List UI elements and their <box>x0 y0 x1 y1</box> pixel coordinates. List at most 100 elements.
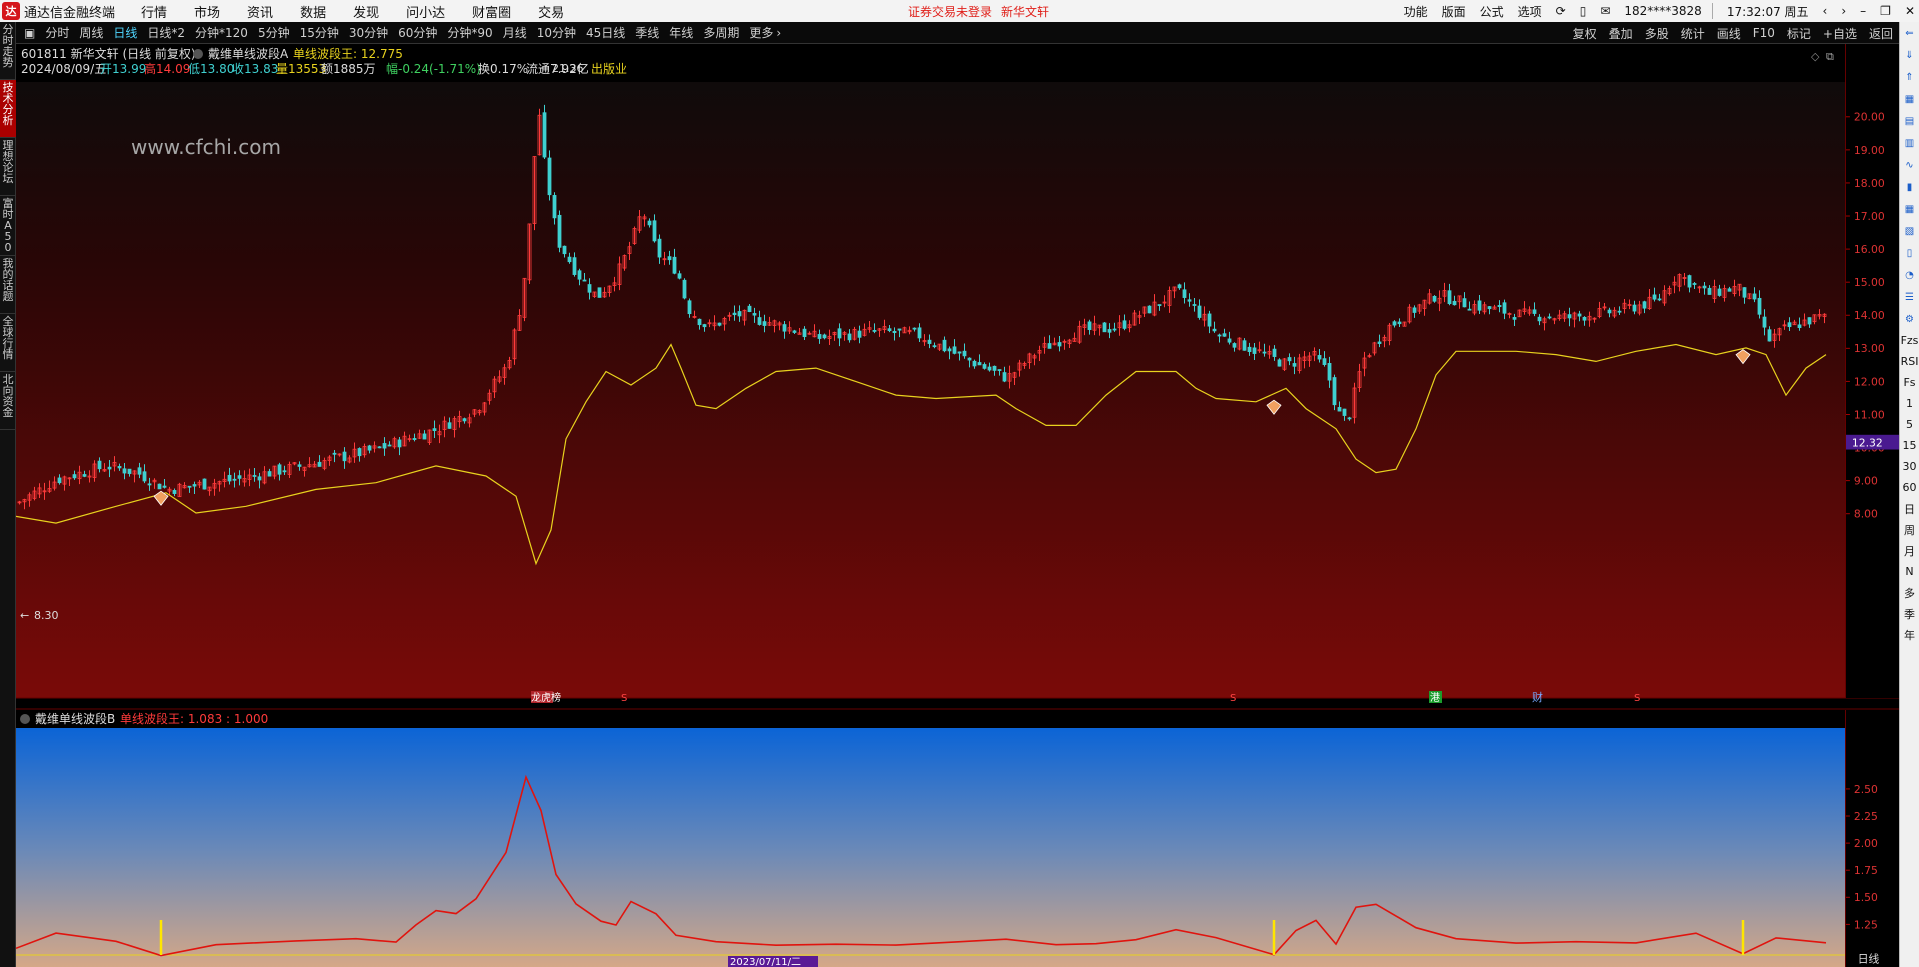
menu-item[interactable]: 数据 <box>300 2 326 21</box>
right-tool-4[interactable]: 5 <box>1900 414 1919 435</box>
period-tab[interactable]: 年线 <box>669 24 693 41</box>
menu-function[interactable]: 功能 <box>1404 3 1428 20</box>
tool-button[interactable]: 统计 <box>1681 25 1705 42</box>
settings-icon[interactable]: ⚙ <box>1900 308 1919 330</box>
left-tabs: 分时走势 技术分析 理想论坛 富时A50 我的话题 全球行情 北向资金 <box>0 22 16 967</box>
menu-layout[interactable]: 版面 <box>1442 3 1466 20</box>
period-tab[interactable]: 日线*2 <box>147 24 185 41</box>
tool-button[interactable]: F10 <box>1753 26 1775 40</box>
right-tool-13[interactable]: 季 <box>1900 603 1919 624</box>
period-more[interactable]: 更多 <box>749 24 773 41</box>
right-tool-9[interactable]: 周 <box>1900 519 1919 540</box>
notice-stock[interactable]: 新华文轩 <box>1001 3 1049 20</box>
period-tab[interactable]: 60分钟 <box>398 24 437 41</box>
toolbar-toggle-icon[interactable]: ▣ <box>24 26 35 40</box>
menu-item[interactable]: 行情 <box>141 2 167 21</box>
period-tab[interactable]: 30分钟 <box>349 24 388 41</box>
candle-icon[interactable]: ▮ <box>1900 176 1919 198</box>
candle-body <box>917 327 922 339</box>
period-tab[interactable]: 月线 <box>503 24 527 41</box>
tool-button[interactable]: 画线 <box>1717 25 1741 42</box>
tool-button[interactable]: 标记 <box>1787 25 1811 42</box>
tool-button[interactable]: 叠加 <box>1609 25 1633 42</box>
period-tab[interactable]: 10分钟 <box>537 24 576 41</box>
right-tool-0[interactable]: Fzs <box>1900 330 1919 351</box>
doc-icon[interactable]: ▯ <box>1900 242 1919 264</box>
right-tool-11[interactable]: N <box>1900 561 1919 582</box>
phone-icon[interactable]: ▯ <box>1580 4 1587 18</box>
left-tab-active[interactable]: 技术分析 <box>0 80 16 138</box>
panel-collapse-icon[interactable]: ◇ <box>1811 50 1820 63</box>
menu-options[interactable]: 选项 <box>1518 3 1542 20</box>
arrow-down-icon[interactable]: ⇓ <box>1900 44 1919 66</box>
arrow-up-icon[interactable]: ⇑ <box>1900 66 1919 88</box>
menu-item[interactable]: 交易 <box>538 2 564 21</box>
menu-item[interactable]: 问小达 <box>406 2 445 21</box>
period-tab[interactable]: 分时 <box>45 24 69 41</box>
menu-item[interactable]: 财富圈 <box>472 2 511 21</box>
right-tool-7[interactable]: 60 <box>1900 477 1919 498</box>
bottom-period-tab[interactable]: 日线 <box>1858 953 1880 966</box>
period-tab[interactable]: 季线 <box>635 24 659 41</box>
menu-item[interactable]: 资讯 <box>247 2 273 21</box>
period-tab[interactable]: 45日线 <box>586 24 625 41</box>
period-tab[interactable]: 15分钟 <box>300 24 339 41</box>
pie-icon[interactable]: ◔ <box>1900 264 1919 286</box>
period-tab[interactable]: 多周期 <box>703 24 739 41</box>
account-label[interactable]: 182****3828 <box>1624 4 1701 18</box>
left-tab[interactable]: 理想论坛 <box>0 138 16 196</box>
price-tick-label: 13.00 <box>1854 342 1885 355</box>
period-tab[interactable]: 分钟*90 <box>447 24 492 41</box>
close-icon[interactable]: ✕ <box>1905 4 1915 18</box>
forward-icon[interactable]: › <box>1841 4 1846 18</box>
back-icon[interactable]: ‹ <box>1823 4 1828 18</box>
tool-button[interactable]: 多股 <box>1645 25 1669 42</box>
minimize-icon[interactable]: – <box>1860 4 1866 18</box>
maximize-icon[interactable]: ❐ <box>1880 4 1891 18</box>
period-tab[interactable]: 分钟*120 <box>195 24 248 41</box>
left-tab[interactable]: 富时A50 <box>0 196 16 256</box>
right-tool-5[interactable]: 15 <box>1900 435 1919 456</box>
layout-icon[interactable]: ▦ <box>1900 88 1919 110</box>
chart-area[interactable]: 601811 新华文轩 (日线 前复权) 戴维单线波段A 单线波段王: 12.7… <box>16 44 1919 967</box>
line-icon[interactable]: ∿ <box>1900 154 1919 176</box>
right-tool-3[interactable]: 1 <box>1900 393 1919 414</box>
right-tool-12[interactable]: 多 <box>1900 582 1919 603</box>
left-tab[interactable]: 我的话题 <box>0 256 16 314</box>
mail-icon[interactable]: ✉ <box>1600 4 1610 18</box>
tool-button[interactable]: 复权 <box>1573 25 1597 42</box>
period-tab-active[interactable]: 日线 <box>113 24 137 41</box>
chevron-right-icon[interactable]: › <box>776 26 781 40</box>
bar-icon[interactable]: ▧ <box>1900 220 1919 242</box>
right-tool-14[interactable]: 年 <box>1900 624 1919 645</box>
right-tool-8[interactable]: 日 <box>1900 498 1919 519</box>
menu-item[interactable]: 发现 <box>353 2 379 21</box>
grid-icon[interactable]: ▤ <box>1900 110 1919 132</box>
right-tool-10[interactable]: 月 <box>1900 540 1919 561</box>
chart-icon[interactable]: ▥ <box>1900 132 1919 154</box>
menu-formula[interactable]: 公式 <box>1480 3 1504 20</box>
refresh-icon[interactable]: ⟳ <box>1556 4 1566 18</box>
table-icon[interactable]: ▦ <box>1900 198 1919 220</box>
login-notice[interactable]: 证券交易未登录 <box>908 3 992 20</box>
tool-button[interactable]: 返回 <box>1869 25 1893 42</box>
left-tab[interactable]: 北向资金 <box>0 372 16 430</box>
arrow-left-icon[interactable]: ⇐ <box>1900 22 1919 44</box>
period-tab[interactable]: 5分钟 <box>258 24 290 41</box>
candle-body <box>1187 299 1192 302</box>
tool-button[interactable]: +自选 <box>1823 25 1857 42</box>
panel-maximize-icon[interactable]: ⧉ <box>1826 50 1834 63</box>
right-tool-2[interactable]: Fs <box>1900 372 1919 393</box>
sub-indicator-toggle-icon[interactable] <box>20 714 30 724</box>
candle-body <box>127 468 132 474</box>
list-icon[interactable]: ☰ <box>1900 286 1919 308</box>
left-tab[interactable]: 全球行情 <box>0 314 16 372</box>
right-tool-6[interactable]: 30 <box>1900 456 1919 477</box>
ohlc-high: 高14.09 <box>144 61 190 76</box>
left-tab[interactable]: 分时走势 <box>0 22 16 80</box>
menu-item[interactable]: 市场 <box>194 2 220 21</box>
price-tick-label: 20.00 <box>1854 111 1885 124</box>
indicator-toggle-icon[interactable] <box>193 49 203 59</box>
right-tool-1[interactable]: RSI <box>1900 351 1919 372</box>
period-tab[interactable]: 周线 <box>79 24 103 41</box>
